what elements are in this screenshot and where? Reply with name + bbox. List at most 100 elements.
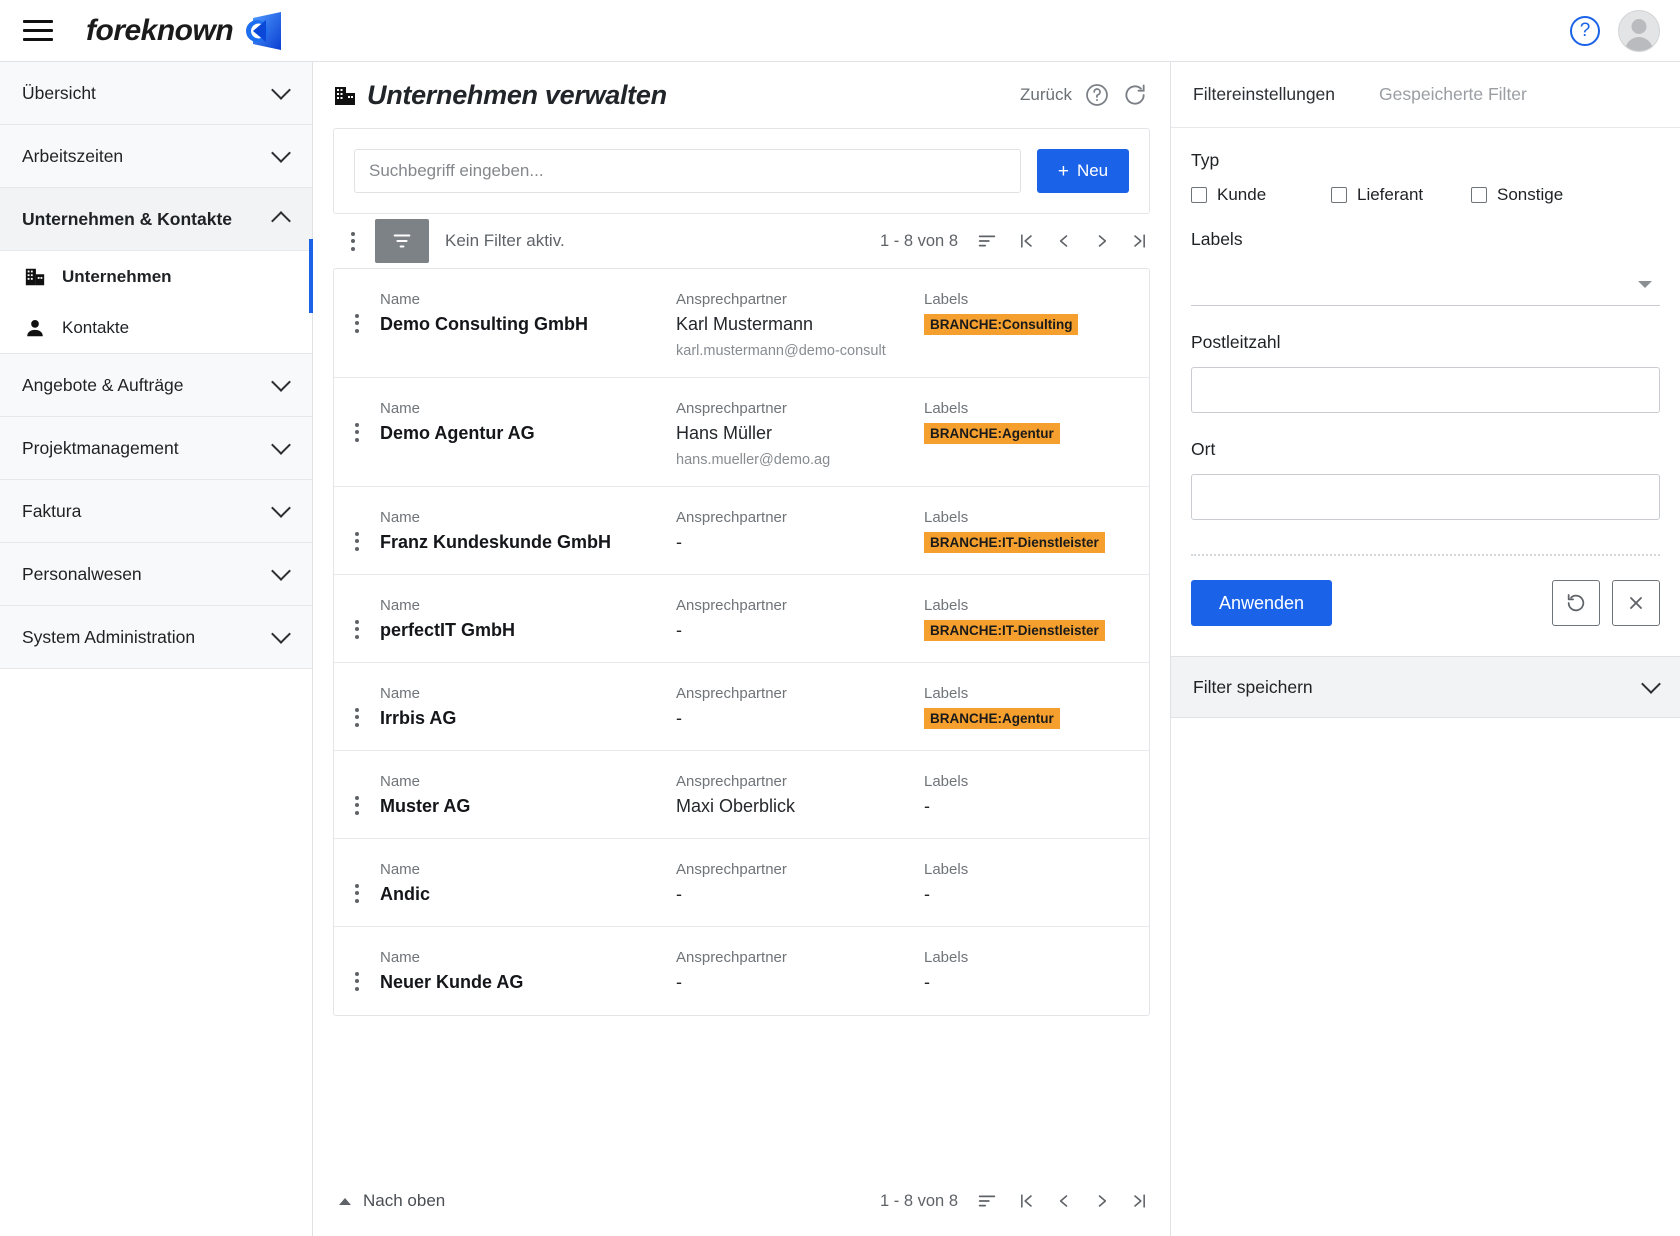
sidebar-group-arbeitszeiten[interactable]: Arbeitszeiten: [0, 125, 312, 188]
prev-page-icon[interactable]: [1054, 1191, 1074, 1211]
search-card: + Neu: [333, 128, 1150, 214]
row-more-icon[interactable]: [343, 309, 371, 337]
sidebar-item-label: Unternehmen: [62, 266, 172, 286]
label-value: -: [924, 884, 930, 904]
column-header-name: Name: [380, 291, 421, 308]
row-more-icon[interactable]: [343, 418, 371, 446]
plus-icon: +: [1057, 160, 1069, 182]
clear-filter-button[interactable]: [1612, 580, 1660, 626]
sidebar-item-kontakte[interactable]: Kontakte: [0, 302, 312, 353]
refresh-icon[interactable]: [1122, 82, 1148, 108]
column-header-name: Name: [380, 949, 421, 966]
first-page-icon[interactable]: [1016, 1191, 1036, 1211]
row-more-icon[interactable]: [343, 967, 371, 995]
cell-name: Andic: [380, 884, 431, 904]
row-more-icon[interactable]: [343, 879, 371, 907]
typ-label: Typ: [1191, 150, 1220, 170]
filter-speichern-section[interactable]: Filter speichern: [1171, 656, 1680, 718]
help-circle-icon[interactable]: ?: [1570, 16, 1600, 46]
checkbox-kunde[interactable]: Kunde: [1191, 185, 1331, 205]
tab-filtereinstellungen[interactable]: Filtereinstellungen: [1171, 84, 1357, 105]
cell-name: Demo Consulting GmbH: [380, 314, 588, 334]
new-button[interactable]: + Neu: [1037, 149, 1129, 193]
label-value: -: [924, 972, 930, 992]
row-more-icon[interactable]: [343, 791, 371, 819]
column-header-contact: Ansprechpartner: [676, 400, 787, 417]
last-page-icon[interactable]: [1130, 1191, 1150, 1211]
filter-panel: Filtereinstellungen Gespeicherte Filter …: [1171, 62, 1680, 1236]
table-row[interactable]: Name Demo Consulting GmbH Ansprechpartne…: [334, 269, 1149, 378]
row-more-icon[interactable]: [343, 703, 371, 731]
table-row[interactable]: Name Franz Kundeskunde GmbH Ansprechpart…: [334, 487, 1149, 575]
labels-select[interactable]: [1191, 264, 1660, 306]
ort-label: Ort: [1191, 439, 1216, 459]
apply-button[interactable]: Anwenden: [1191, 580, 1333, 626]
chevron-down-icon: [1638, 281, 1652, 288]
user-avatar-icon[interactable]: [1618, 10, 1660, 52]
last-page-icon[interactable]: [1130, 231, 1150, 251]
row-more-icon[interactable]: [343, 615, 371, 643]
first-page-icon[interactable]: [1016, 231, 1036, 251]
sidebar-group-system-administration[interactable]: System Administration: [0, 606, 312, 669]
prev-page-icon[interactable]: [1054, 231, 1074, 251]
column-header-contact: Ansprechpartner: [676, 861, 787, 878]
sidebar-group-unternehmen-kontakte[interactable]: Unternehmen & Kontakte: [0, 188, 312, 251]
checkbox-box: [1471, 187, 1487, 203]
more-vertical-icon[interactable]: [339, 227, 367, 255]
sidebar-group-label: Projektmanagement: [22, 437, 179, 458]
checkbox-box: [1191, 187, 1207, 203]
column-header-name: Name: [380, 861, 421, 878]
building-icon: [333, 84, 355, 106]
chevron-down-icon: [271, 624, 291, 644]
filter-panel-body: Typ Kunde Lieferant Sonstige Labels Post…: [1171, 128, 1680, 626]
table-row[interactable]: Name perfectIT GmbH Ansprechpartner - La…: [334, 575, 1149, 663]
reset-filter-button[interactable]: [1552, 580, 1600, 626]
label-badge: BRANCHE:Consulting: [924, 314, 1079, 335]
table-row[interactable]: Name Irrbis AG Ansprechpartner - Labels …: [334, 663, 1149, 751]
column-header-labels: Labels: [924, 597, 969, 614]
foreknown-logo-icon: [243, 10, 285, 52]
hamburger-icon[interactable]: [18, 11, 58, 51]
ort-input[interactable]: [1191, 474, 1660, 520]
row-more-icon[interactable]: [343, 527, 371, 555]
scroll-to-top-button[interactable]: Nach oben: [339, 1191, 445, 1211]
back-link[interactable]: Zurück: [1020, 85, 1072, 105]
sidebar-group-projektmanagement[interactable]: Projektmanagement: [0, 417, 312, 480]
cell-email: karl.mustermann@demo-consult: [676, 343, 886, 359]
page-title: Unternehmen verwalten: [367, 79, 667, 110]
search-input[interactable]: [354, 149, 1021, 193]
checkbox-lieferant[interactable]: Lieferant: [1331, 185, 1471, 205]
column-header-name: Name: [380, 773, 421, 790]
cell-contact: -: [676, 884, 682, 904]
checkbox-label: Sonstige: [1497, 185, 1564, 204]
sort-icon[interactable]: [976, 230, 998, 252]
sidebar-group-label: System Administration: [22, 626, 196, 647]
table-row[interactable]: Name Andic Ansprechpartner - Labels -: [334, 839, 1149, 927]
next-page-icon[interactable]: [1092, 231, 1112, 251]
column-header-labels: Labels: [924, 949, 969, 966]
checkbox-sonstige[interactable]: Sonstige: [1471, 185, 1611, 205]
sidebar-group-personalwesen[interactable]: Personalwesen: [0, 543, 312, 606]
cell-contact: Karl Mustermann: [676, 314, 814, 334]
table-row[interactable]: Name Muster AG Ansprechpartner Maxi Ober…: [334, 751, 1149, 839]
chevron-down-icon: [271, 498, 291, 518]
column-header-contact: Ansprechpartner: [676, 509, 787, 526]
table-row[interactable]: Name Neuer Kunde AG Ansprechpartner - La…: [334, 927, 1149, 1015]
help-circle-icon[interactable]: [1084, 82, 1110, 108]
sidebar-group-uebersicht[interactable]: Übersicht: [0, 62, 312, 125]
filter-speichern-label: Filter speichern: [1193, 676, 1313, 697]
sort-icon[interactable]: [976, 1190, 998, 1212]
column-header-name: Name: [380, 597, 421, 614]
table-row[interactable]: Name Demo Agentur AG Ansprechpartner Han…: [334, 378, 1149, 487]
column-header-labels: Labels: [924, 685, 969, 702]
cell-name: Demo Agentur AG: [380, 423, 535, 443]
checkbox-box: [1331, 187, 1347, 203]
tab-gespeicherte-filter[interactable]: Gespeicherte Filter: [1357, 84, 1549, 105]
column-header-contact: Ansprechpartner: [676, 685, 787, 702]
sidebar-item-unternehmen[interactable]: Unternehmen: [0, 239, 313, 313]
sidebar-group-faktura[interactable]: Faktura: [0, 480, 312, 543]
filter-toggle-button[interactable]: [375, 219, 429, 263]
next-page-icon[interactable]: [1092, 1191, 1112, 1211]
sidebar-group-angebote-auftraege[interactable]: Angebote & Aufträge: [0, 354, 312, 417]
postleitzahl-input[interactable]: [1191, 367, 1660, 413]
